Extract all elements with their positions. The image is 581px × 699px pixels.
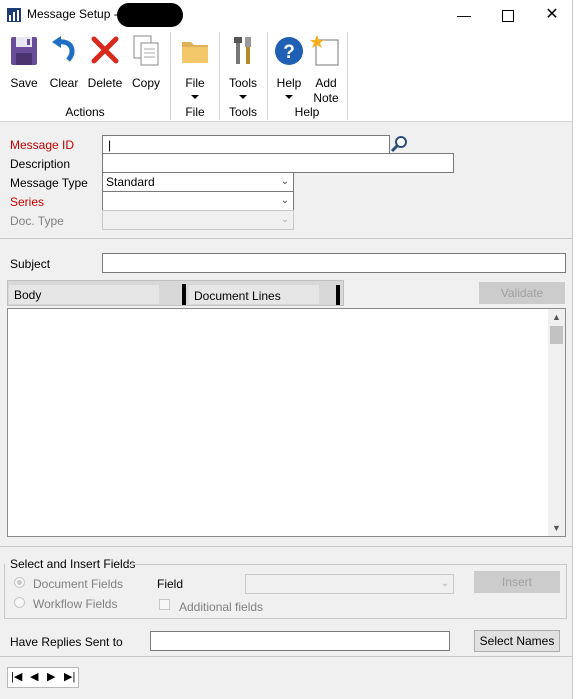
record-navigation: |◀ ◀ ▶ ▶| [7,667,79,688]
tab-divider [336,285,340,305]
series-label: Series [10,195,45,209]
message-id-label: Message ID [10,138,75,152]
chevron-down-icon: ⌄ [440,578,450,589]
additional-fields-label: Additional fields [179,600,264,614]
tools-label: Tools [228,76,257,90]
validate-button[interactable]: Validate [479,282,565,304]
clear-button[interactable]: Clear [45,34,83,91]
field-label: Field [157,577,184,591]
close-window-button[interactable]: ✕ [529,0,575,30]
doc-type-select[interactable]: ⌄ [102,210,294,230]
scrollbar-thumb[interactable] [550,326,563,344]
next-record-icon[interactable]: ▶ [47,670,55,683]
lookup-magnifier-icon[interactable] [390,134,410,154]
ribbon-separator [219,32,220,120]
last-record-icon[interactable]: ▶| [64,670,75,683]
replies-input[interactable] [150,631,450,651]
chevron-down-icon: ⌄ [280,214,290,225]
save-icon [11,37,37,65]
copy-label: Copy [131,76,160,90]
add-note-label: Add Note [313,76,339,105]
group-box-line [4,618,567,619]
chevron-down-icon [285,95,293,99]
ribbon-separator [267,32,268,120]
insert-button[interactable]: Insert [474,571,560,593]
tab-divider [182,284,186,305]
doc-type-label: Doc. Type [10,214,64,228]
folder-icon [182,42,208,63]
workflow-fields-label: Workflow Fields [33,597,118,611]
tools-menu-button[interactable]: Tools [222,34,264,99]
delete-button[interactable]: Delete [85,34,125,91]
redacted-company [117,3,183,27]
svg-text:?: ? [283,42,295,63]
window-title: Message Setup - [27,7,118,21]
body-textarea[interactable]: ▲ ▼ [7,308,566,537]
radio-dot [17,580,22,585]
chevron-up-icon[interactable]: ▲ [552,312,561,322]
minimize-button[interactable]: — [441,0,487,30]
help-question-icon: ? [275,37,303,65]
undo-arrow-icon [52,36,75,62]
section-divider [0,546,572,547]
workflow-fields-radio[interactable] [14,597,25,608]
first-record-icon[interactable]: |◀ [11,670,22,683]
tab-document-lines[interactable]: Document Lines [189,285,319,304]
subject-label: Subject [10,257,51,271]
copy-button[interactable]: Copy [127,34,165,91]
help-label: Help [276,76,302,90]
group-label-actions: Actions [65,105,105,119]
select-names-button[interactable]: Select Names [474,630,560,652]
message-id-input[interactable]: | [102,135,390,154]
add-note-icon [310,35,339,66]
group-box-line [125,564,566,565]
message-type-select[interactable]: Standard ⌄ [102,172,294,192]
file-label: File [185,76,205,90]
section-divider [0,238,572,239]
group-label-help: Help [294,105,320,119]
app-chart-icon [7,8,21,22]
section-divider [0,656,572,657]
replies-label: Have Replies Sent to [10,635,123,649]
scrollbar[interactable]: ▲ ▼ [548,309,565,536]
message-type-label: Message Type [10,176,88,190]
maximize-button[interactable] [485,0,531,30]
chevron-down-icon [191,95,199,99]
field-select[interactable]: ⌄ [245,574,454,594]
group-box-line [566,564,567,618]
series-select[interactable]: ⌄ [102,191,294,211]
file-menu-button[interactable]: File [174,34,216,99]
tools-icon [234,37,251,64]
group-label-tools: Tools [228,105,257,119]
insert-fields-section-label: Select and Insert Fields [10,557,136,571]
tab-body[interactable]: Body [9,285,159,304]
message-setup-form: Message ID | Description Message Type St… [0,122,572,699]
description-input[interactable] [102,153,454,173]
subject-input[interactable] [102,253,566,273]
group-label-file: File [185,105,205,119]
ribbon-separator [170,32,171,120]
chevron-down-icon[interactable]: ▼ [552,523,561,533]
clear-label: Clear [49,76,79,90]
add-note-button[interactable]: Add Note [308,34,344,106]
ribbon-separator [347,32,348,120]
save-button[interactable]: Save [4,34,44,91]
chevron-down-icon: ⌄ [280,176,290,187]
group-box-line [4,564,5,618]
title-bar: Message Setup - — ✕ [0,0,572,30]
description-label: Description [10,157,71,171]
copy-icon [133,35,159,66]
additional-fields-checkbox[interactable] [159,599,170,610]
chevron-down-icon [239,95,247,99]
delete-x-icon [91,36,119,64]
save-label: Save [10,76,38,90]
help-menu-button[interactable]: ? Help [270,34,308,99]
background-window-edge [572,0,581,699]
delete-label: Delete [87,76,123,90]
chevron-down-icon: ⌄ [280,195,290,206]
ribbon: Save Clear Delete Copy Actions File File… [0,30,572,122]
previous-record-icon[interactable]: ◀ [30,670,38,683]
document-fields-label: Document Fields [33,577,124,591]
